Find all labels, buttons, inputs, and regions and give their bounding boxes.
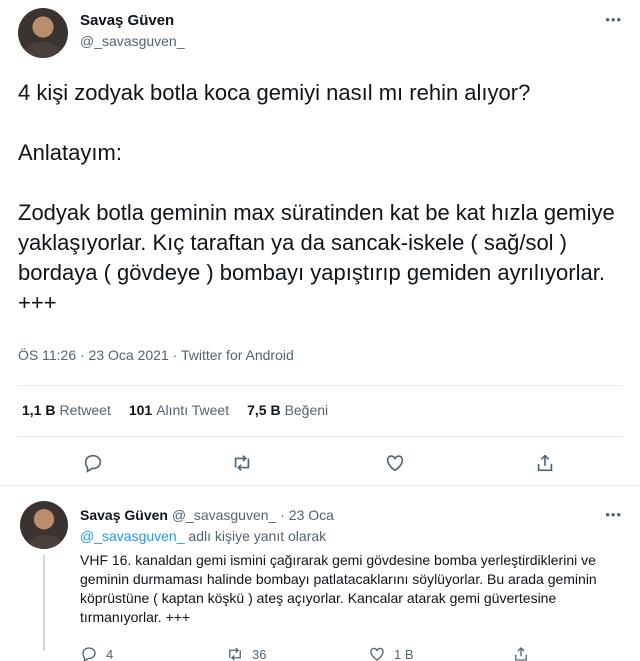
divider	[18, 385, 622, 386]
replying-to-mention[interactable]: @_savasguven_	[80, 528, 185, 544]
reply-share-action[interactable]	[512, 645, 530, 661]
reply-actions: 4 36 1 B	[80, 645, 600, 661]
thread-line	[43, 555, 45, 651]
reply-like-action[interactable]: 1 B	[368, 645, 414, 661]
retweets-label: Retweet	[59, 402, 111, 418]
meta-separator: ·	[168, 347, 181, 363]
avatar[interactable]	[20, 501, 68, 549]
retweets-stat[interactable]: 1,1 B Retweet	[22, 402, 111, 418]
tweet-actions	[0, 452, 640, 476]
reply-text: VHF 16. kanaldan gemi ismini çağırarak g…	[80, 552, 597, 625]
reply-header: Savaş Güven @_savasguven_ · 23 Oca	[80, 507, 334, 523]
reply-icon	[82, 647, 96, 661]
likes-stat[interactable]: 7,5 B Beğeni	[247, 402, 328, 418]
reply-tweet[interactable]: Savaş Güven @_savasguven_ · 23 Oca ••• @…	[0, 487, 640, 661]
replying-to-suffix: adlı kişiye yanıt olarak	[184, 528, 327, 544]
tweet-meta: ÖS 11:26 · 23 Oca 2021 · Twitter for And…	[18, 347, 294, 363]
quotes-stat[interactable]: 101 Alıntı Tweet	[129, 402, 229, 418]
retweet-icon	[229, 647, 241, 661]
like-icon[interactable]	[384, 452, 408, 476]
like-count: 1 B	[394, 646, 414, 661]
reply-date[interactable]: · 23 Oca	[280, 507, 334, 523]
quotes-label: Alıntı Tweet	[156, 402, 230, 418]
main-tweet: Savaş Güven @_savasguven_ ••• 4 kişi zod…	[0, 0, 640, 486]
divider	[18, 436, 622, 437]
quotes-count: 101	[128, 402, 153, 418]
likes-count: 7,5 B	[247, 402, 281, 418]
tweet-text: 4 kişi zodyak botla koca gemiyi nasıl mı…	[18, 80, 615, 315]
reply-author-handle[interactable]: @_savasguven_	[172, 507, 277, 523]
retweets-count: 1,1 B	[22, 402, 56, 418]
reply-icon[interactable]	[82, 452, 106, 476]
author-handle[interactable]: @_savasguven_	[80, 33, 185, 49]
replying-to: @_savasguven_ adlı kişiye yanıt olarak	[80, 528, 326, 544]
reply-reply-action[interactable]: 4	[80, 645, 113, 661]
reply-author-name[interactable]: Savaş Güven	[80, 507, 168, 523]
retweet-icon[interactable]	[231, 452, 255, 476]
reply-count: 4	[106, 646, 114, 661]
tweet-timestamp[interactable]: ÖS 11:26 · 23 Oca 2021	[18, 347, 169, 363]
like-icon	[370, 647, 384, 661]
divider	[0, 485, 640, 486]
retweet-count: 36	[252, 646, 267, 661]
more-icon[interactable]: •••	[605, 507, 622, 522]
reply-retweet-action[interactable]: 36	[226, 645, 266, 661]
avatar[interactable]	[18, 8, 68, 58]
author-name[interactable]: Savaş Güven	[80, 12, 174, 29]
more-icon[interactable]: •••	[605, 12, 622, 27]
share-icon	[515, 647, 527, 661]
tweet-stats: 1,1 B Retweet 101 Alıntı Tweet 7,5 B Beğeni	[22, 402, 328, 418]
tweet-source[interactable]: Twitter for Android	[181, 347, 294, 363]
likes-label: Beğeni	[284, 402, 329, 418]
share-icon[interactable]	[534, 452, 558, 476]
